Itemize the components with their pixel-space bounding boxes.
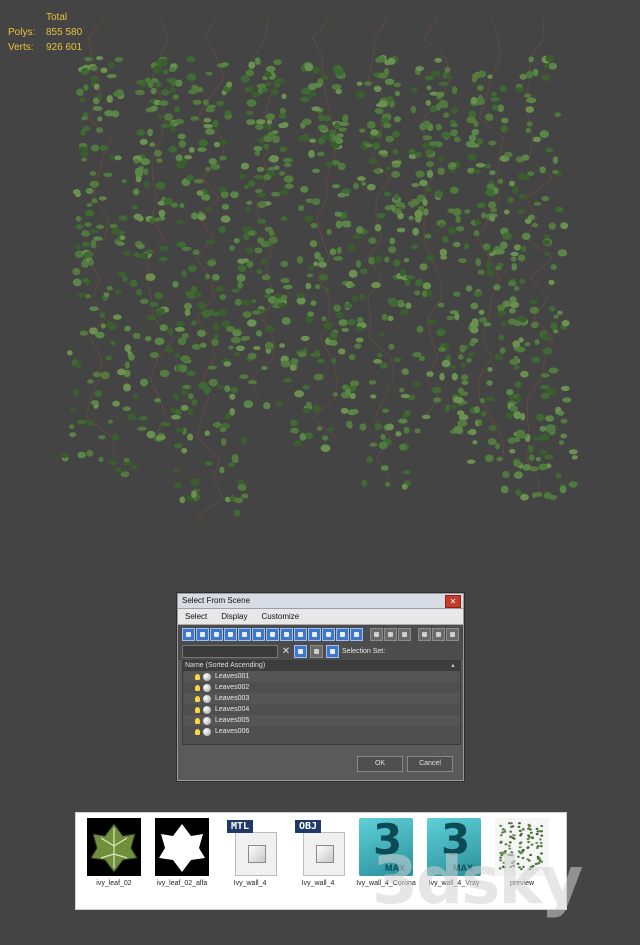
document-icon: [303, 832, 345, 876]
display-particles-icon[interactable]: [350, 627, 363, 641]
list-item-label: Leaves003: [215, 695, 250, 702]
filter-options-icon[interactable]: [432, 627, 445, 641]
display-cameras-icon[interactable]: [224, 627, 237, 641]
selection-set-label: Selection Set:: [342, 648, 386, 655]
menu-select[interactable]: Select: [178, 609, 214, 624]
display-hidden-icon[interactable]: [336, 627, 349, 641]
obj-file-icon: OBJ: [291, 818, 345, 876]
geometry-sphere-icon: [203, 705, 211, 714]
alpha-mask-thumbnail: [155, 818, 209, 876]
search-row: ✕ Selection Set:: [178, 643, 463, 660]
list-item-label: Leaves004: [215, 706, 250, 713]
watermark-logo: 3dsky: [372, 842, 583, 919]
light-bulb-icon[interactable]: [195, 684, 200, 691]
document-icon: [235, 832, 277, 876]
list-item-label: Leaves001: [215, 673, 250, 680]
close-icon[interactable]: ✕: [445, 595, 461, 608]
filter-toolbar: [178, 625, 463, 643]
hierarchy-icon[interactable]: [326, 645, 339, 658]
file-name: Ivy_wall_4: [301, 880, 335, 887]
display-helpers-icon[interactable]: [238, 627, 251, 641]
search-input[interactable]: [182, 645, 278, 658]
dialog-buttons: OK Cancel: [357, 756, 453, 772]
file-obj[interactable]: OBJ Ivy_wall_4: [286, 818, 350, 888]
light-bulb-icon[interactable]: [195, 717, 200, 724]
select-from-scene-dialog: Select From Scene ✕ Select Display Custo…: [177, 593, 464, 781]
display-frozen-icon[interactable]: [322, 627, 335, 641]
ivy-wall-render: [61, 18, 578, 519]
light-bulb-icon[interactable]: [195, 673, 200, 680]
mtl-badge: MTL: [227, 820, 254, 833]
dialog-title: Select From Scene: [182, 596, 251, 605]
list-item-label: Leaves005: [215, 717, 250, 724]
leaf-texture-thumbnail: [87, 818, 141, 876]
menu-display[interactable]: Display: [214, 609, 254, 624]
display-shapes-icon[interactable]: [196, 627, 209, 641]
list-item-label: Leaves006: [215, 728, 250, 735]
display-lights-icon[interactable]: [210, 627, 223, 641]
display-containers-icon[interactable]: [308, 627, 321, 641]
list-item[interactable]: Leaves004: [183, 704, 460, 715]
cancel-button[interactable]: Cancel: [407, 756, 453, 772]
light-bulb-icon[interactable]: [195, 728, 200, 735]
file-mtl[interactable]: MTL Ivy_wall_4: [218, 818, 282, 888]
display-groups-icon[interactable]: [266, 627, 279, 641]
list-item-label: Leaves002: [215, 684, 250, 691]
list-item[interactable]: Leaves006: [183, 726, 460, 737]
select-invert-icon[interactable]: [398, 627, 411, 641]
light-bulb-icon[interactable]: [195, 706, 200, 713]
clear-search-icon[interactable]: ✕: [281, 646, 291, 657]
geometry-sphere-icon: [203, 716, 211, 725]
display-bones-icon[interactable]: [294, 627, 307, 641]
geometry-sphere-icon: [203, 727, 211, 736]
ok-button[interactable]: OK: [357, 756, 403, 772]
object-list: Name (Sorted Ascending) ▲ Leaves001 Leav…: [182, 660, 461, 745]
obj-badge: OBJ: [295, 820, 322, 833]
list-item[interactable]: Leaves002: [183, 682, 460, 693]
menu-customize[interactable]: Customize: [254, 609, 306, 624]
name-column-header[interactable]: Name (Sorted Ascending) ▲: [183, 661, 460, 671]
cube-icon: [316, 845, 334, 863]
column-header-label: Name (Sorted Ascending): [185, 662, 266, 669]
list-item[interactable]: Leaves001: [183, 671, 460, 682]
filter-icon[interactable]: [418, 627, 431, 641]
display-space-warps-icon[interactable]: [252, 627, 265, 641]
dialog-titlebar[interactable]: Select From Scene ✕: [178, 594, 463, 609]
select-none-icon[interactable]: [384, 627, 397, 641]
columns-icon[interactable]: [446, 627, 459, 641]
geometry-sphere-icon: [203, 683, 211, 692]
display-xrefs-icon[interactable]: [280, 627, 293, 641]
polys-label: Polys:: [8, 27, 36, 38]
list-item[interactable]: Leaves003: [183, 693, 460, 704]
verts-label: Verts:: [8, 42, 34, 53]
mtl-file-icon: MTL: [223, 818, 277, 876]
file-name: ivy_leaf_02: [96, 880, 132, 887]
sort-ascending-icon: ▲: [450, 663, 456, 669]
list-item[interactable]: Leaves005: [183, 715, 460, 726]
cube-icon: [248, 845, 266, 863]
find-case-sensitive-icon[interactable]: [294, 645, 307, 658]
geometry-sphere-icon: [203, 672, 211, 681]
dialog-menubar: Select Display Customize: [178, 609, 463, 625]
select-all-icon[interactable]: [370, 627, 383, 641]
layers-icon[interactable]: [310, 645, 323, 658]
file-name: ivy_leaf_02_alfa: [156, 880, 208, 887]
display-geometry-icon[interactable]: [182, 627, 195, 641]
geometry-sphere-icon: [203, 694, 211, 703]
file-name: Ivy_wall_4: [233, 880, 267, 887]
light-bulb-icon[interactable]: [195, 695, 200, 702]
file-ivy-leaf-texture[interactable]: ivy_leaf_02: [82, 818, 146, 888]
file-ivy-leaf-alpha[interactable]: ivy_leaf_02_alfa: [150, 818, 214, 888]
